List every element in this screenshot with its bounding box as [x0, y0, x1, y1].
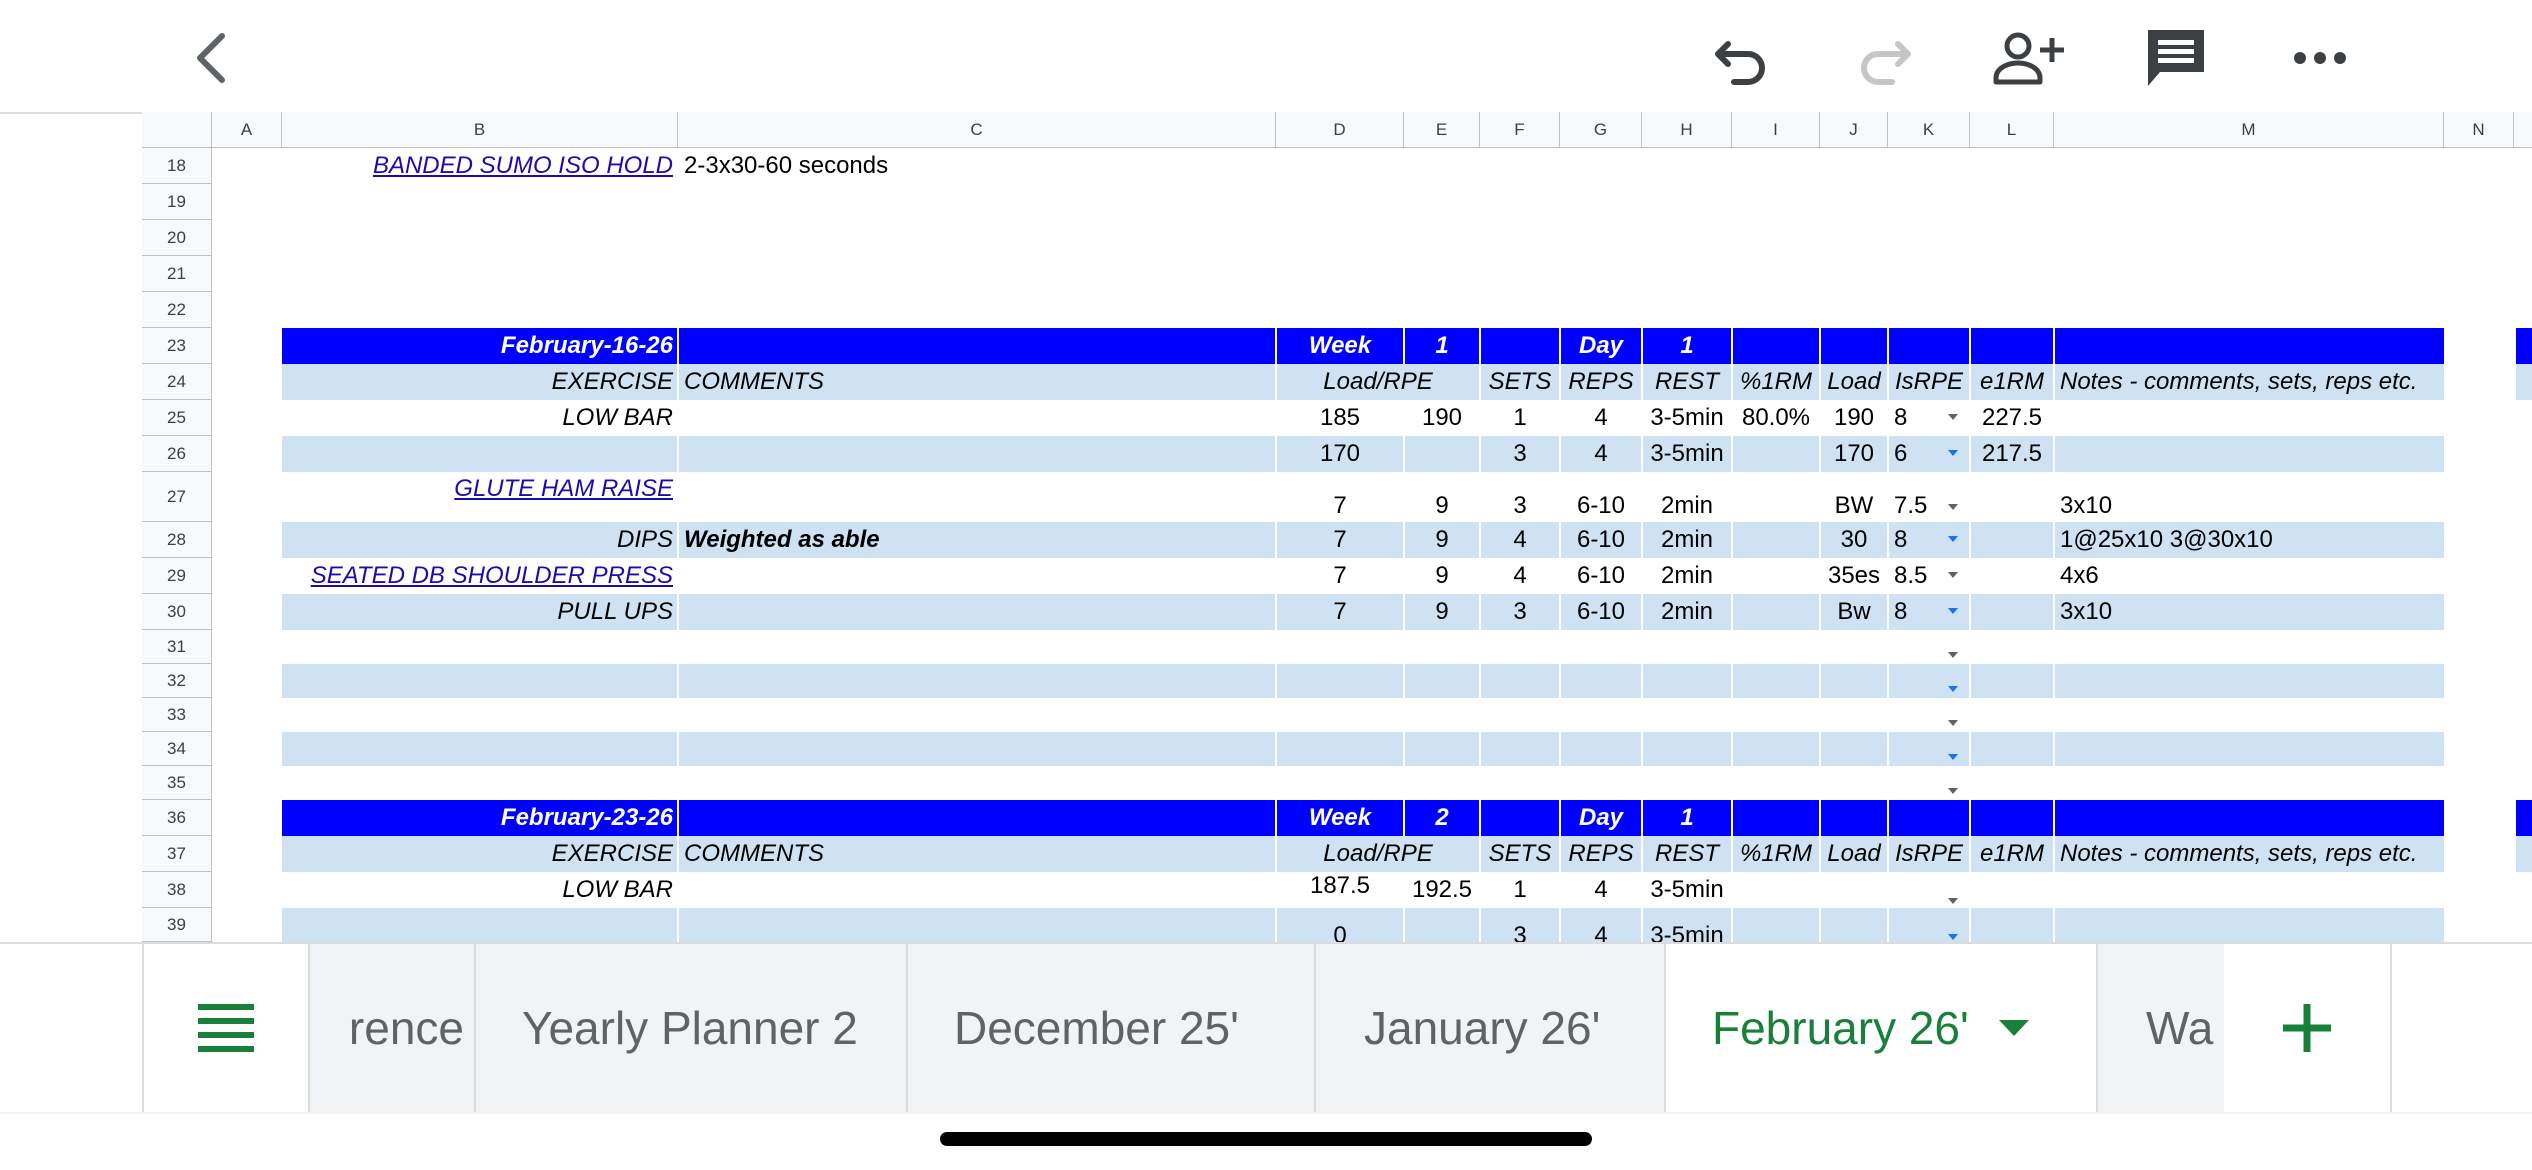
top-toolbar	[0, 0, 2532, 114]
tab-january-26[interactable]: January 26'	[1316, 944, 1666, 1112]
spreadsheet-grid[interactable]: A B C D E F G H I J K L M N 18 19 20 21 …	[0, 112, 2532, 942]
plus-icon	[2283, 1004, 2331, 1052]
tab-label: February 26'	[1712, 1002, 1969, 1054]
tab-label: January 26'	[1364, 1002, 1601, 1054]
dropdown-arrows	[1948, 414, 1958, 940]
chevron-left-icon	[197, 33, 225, 83]
tab-partial-next[interactable]: Wa	[2098, 944, 2224, 1112]
back-button[interactable]	[176, 22, 248, 94]
tab-yearly-planner[interactable]: Yearly Planner 2	[476, 944, 908, 1112]
more-options-button[interactable]	[2284, 22, 2356, 94]
tab-label: Wa	[2146, 1002, 2214, 1054]
sheet-tab-bar: rence Yearly Planner 2 December 25' Janu…	[0, 942, 2532, 1114]
redo-button[interactable]	[1848, 22, 1920, 94]
add-sheet-button[interactable]	[2224, 944, 2392, 1112]
tab-label: rence	[348, 1002, 464, 1054]
tab-label: Yearly Planner 2	[522, 1002, 858, 1054]
home-indicator[interactable]	[940, 1132, 1592, 1146]
more-horizontal-icon	[2294, 52, 2346, 64]
tab-partial-reference[interactable]: rence	[310, 944, 476, 1112]
chevron-down-icon	[1998, 1020, 2029, 1036]
table-gridlines	[677, 328, 2055, 942]
redo-icon	[1861, 41, 1911, 85]
add-person-icon	[1993, 32, 2064, 85]
sheets-list-icon	[198, 1004, 254, 1052]
tab-bar-gutter	[0, 944, 142, 1112]
all-sheets-button[interactable]	[142, 944, 310, 1112]
share-button[interactable]	[1992, 22, 2064, 94]
tab-bar-right-gutter	[2392, 944, 2532, 1112]
tab-label: December 25'	[954, 1002, 1239, 1054]
comment-icon	[2148, 30, 2204, 86]
tab-february-26[interactable]: February 26'	[1666, 944, 2098, 1112]
undo-button[interactable]	[1706, 22, 1778, 94]
tab-december-25[interactable]: December 25'	[908, 944, 1316, 1112]
undo-icon	[1715, 41, 1765, 85]
comment-button[interactable]	[2140, 22, 2212, 94]
